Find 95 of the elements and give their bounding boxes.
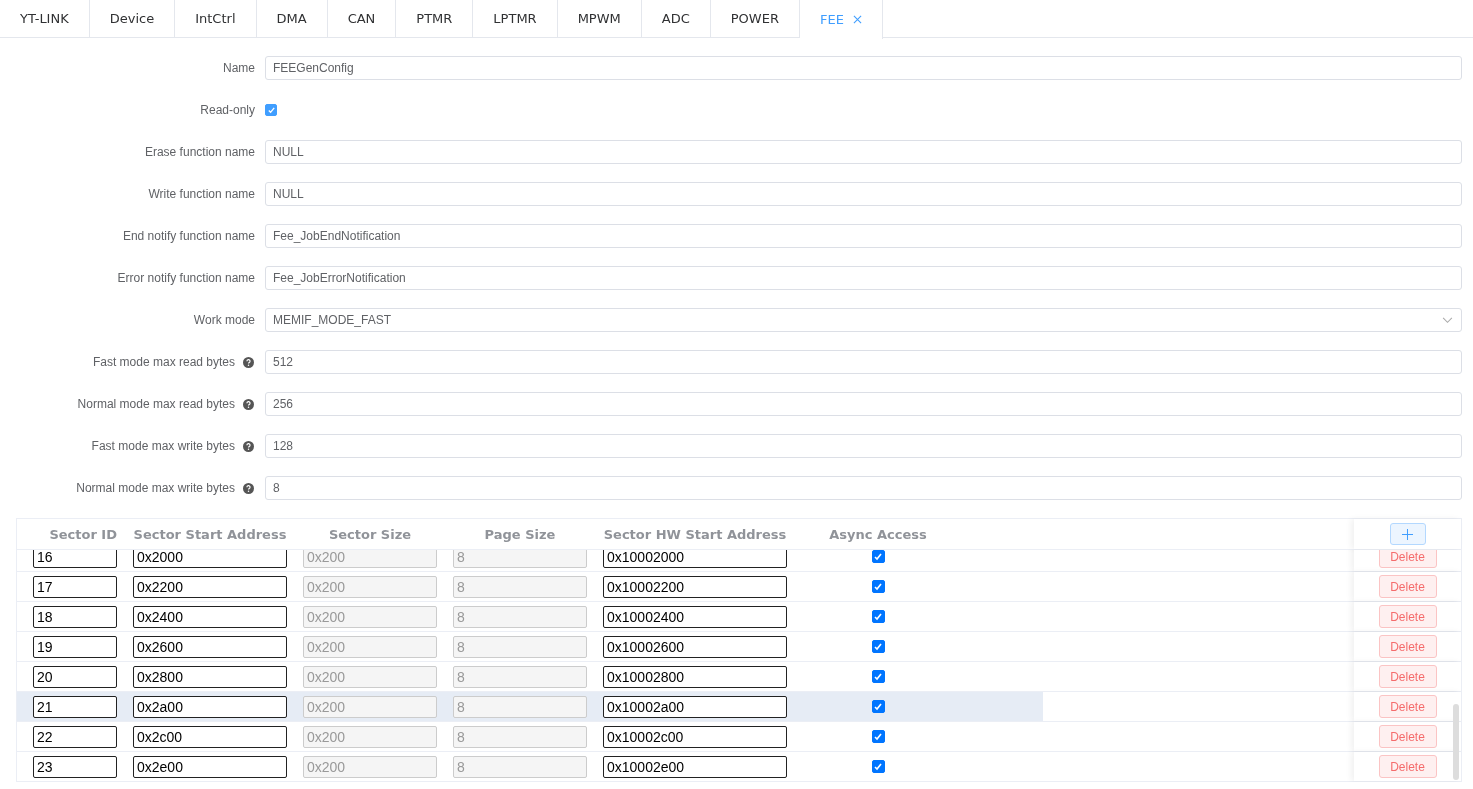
sector-size-field: 0x200 [303,575,437,598]
field-label: Erase function name [144,145,255,159]
hw-address-field[interactable]: 0x10002600 [603,635,787,658]
start-address-field[interactable]: 0x2800 [133,665,287,688]
field-label: End notify function name [122,229,255,243]
page-size-field: 8 [453,695,587,718]
page-size-field: 8 [453,575,587,598]
column-header: Async Access [829,526,927,542]
field-label: Fast mode max read bytes [92,355,235,369]
checkbox[interactable] [265,104,277,116]
field-label: Name [223,61,255,75]
checkbox[interactable] [871,550,885,563]
text-field[interactable]: 8 [265,476,1462,500]
text-field[interactable]: 128 [265,434,1462,458]
checkbox[interactable] [871,610,885,623]
text-field[interactable]: Fee_JobEndNotification [265,224,1462,248]
text-field[interactable]: 512 [265,350,1462,374]
help-icon [243,440,254,452]
page-size-field: 8 [453,665,587,688]
scrollbar-thumb[interactable] [1453,704,1459,780]
sector-id-field[interactable]: 18 [33,605,117,628]
add-button[interactable] [1389,523,1426,545]
sector-id-field[interactable]: 20 [33,665,117,688]
text-field[interactable]: NULL [265,182,1462,206]
sector-size-field: 0x200 [303,725,437,748]
sector-size-field: 0x200 [303,550,437,568]
field-label: Error notify function name [117,271,255,285]
tab[interactable]: MPWM [557,0,642,37]
checkbox[interactable] [871,580,885,593]
checkbox[interactable] [871,640,885,653]
start-address-field[interactable]: 0x2000 [133,550,287,568]
hw-address-field[interactable]: 0x10002e00 [603,755,787,778]
page-size-field: 8 [453,605,587,628]
sector-size-field: 0x200 [303,605,437,628]
sector-id-field[interactable]: 22 [33,725,117,748]
hw-address-field[interactable]: 0x10002c00 [603,725,787,748]
start-address-field[interactable]: 0x2c00 [133,725,287,748]
tab[interactable]: Device [89,0,176,37]
field-label: Write function name [148,187,255,201]
tab[interactable]: DMA [256,0,328,37]
tab[interactable]: ADC [641,0,711,37]
sector-id-field[interactable]: 19 [33,635,117,658]
start-address-field[interactable]: 0x2200 [133,575,287,598]
column-header: Sector ID [49,526,117,542]
tab[interactable]: POWER [710,0,800,37]
sector-id-field[interactable]: 17 [33,575,117,598]
tab[interactable]: LPTMR [473,0,558,37]
sector-size-field: 0x200 [303,755,437,778]
hw-address-field[interactable]: 0x10002a00 [603,695,787,718]
checkbox[interactable] [871,700,885,713]
page-size-field: 8 [453,725,587,748]
tab[interactable]: YT-LINK [0,0,90,37]
plus-icon [1402,528,1413,540]
start-address-field[interactable]: 0x2600 [133,635,287,658]
sector-id-field[interactable]: 16 [33,550,117,568]
column-header: Sector Start Address [133,526,287,542]
sector-size-field: 0x200 [303,665,437,688]
hw-address-field[interactable]: 0x10002200 [603,575,787,598]
hw-address-field[interactable]: 0x10002000 [603,550,787,568]
chevron-icon [1442,316,1453,324]
text-field[interactable]: Fee_JobErrorNotification [265,266,1462,290]
checkbox[interactable] [871,760,885,773]
checkbox[interactable] [871,670,885,683]
start-address-field[interactable]: 0x2e00 [133,755,287,778]
start-address-field[interactable]: 0x2a00 [133,695,287,718]
text-field[interactable]: 256 [265,392,1462,416]
sector-id-field[interactable]: 23 [33,755,117,778]
field-label: Normal mode max read bytes [77,397,235,411]
field-label: Normal mode max write bytes [76,481,235,495]
field-label: Fast mode max write bytes [91,439,235,453]
field-label: Read-only [200,103,255,117]
column-header: Page Size [484,526,556,542]
text-field[interactable]: NULL [265,140,1462,164]
sector-size-field: 0x200 [303,695,437,718]
tab[interactable]: CAN [327,0,397,37]
tab[interactable]: PTMR [396,0,474,37]
hw-address-field[interactable]: 0x10002800 [603,665,787,688]
tab[interactable]: IntCtrl [175,0,257,37]
text-field[interactable]: FEEGenConfig [265,56,1462,80]
page-size-field: 8 [453,755,587,778]
field-label: Work mode [193,313,255,327]
hw-address-field[interactable]: 0x10002400 [603,605,787,628]
column-header: Sector HW Start Address [603,526,787,542]
select-field[interactable]: MEMIF_MODE_FAST [265,308,1462,332]
checkbox[interactable] [871,730,885,743]
column-header: Sector Size [328,526,412,542]
help-icon [243,398,254,410]
close-icon[interactable] [852,15,862,24]
start-address-field[interactable]: 0x2400 [133,605,287,628]
help-icon [243,482,254,494]
sector-id-field[interactable]: 21 [33,695,117,718]
help-icon [243,356,254,368]
sector-size-field: 0x200 [303,635,437,658]
page-size-field: 8 [453,635,587,658]
page-size-field: 8 [453,550,587,568]
